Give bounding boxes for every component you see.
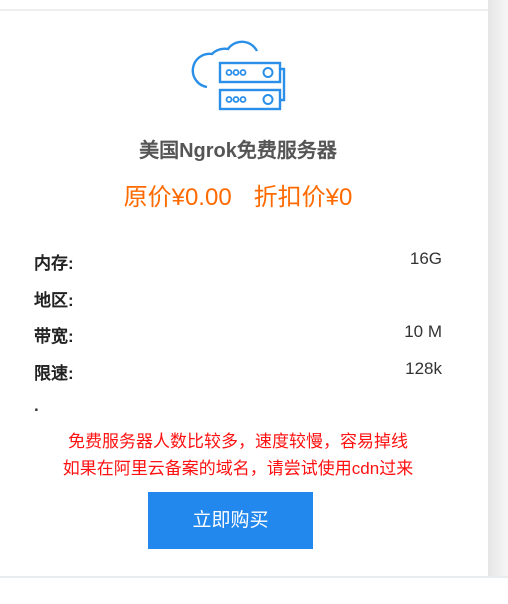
spec-row-region: 地区:: [34, 286, 442, 310]
notice-line: 免费服务器人数比较多，速度较慢，容易掉线: [68, 432, 408, 451]
spec-label: 内存:: [34, 254, 74, 273]
spec-value: 16G: [409, 249, 442, 268]
spec-row-speed-limit: 限速: 128k: [34, 359, 442, 383]
bottom-divider: [0, 576, 508, 578]
price-line: 原价¥0.00 折扣价¥0: [0, 177, 476, 212]
spec-row-memory: 内存: 16G: [34, 249, 442, 273]
spec-row-bandwidth: 带宽: 10 M: [34, 322, 442, 346]
extra-text: .: [34, 396, 39, 415]
spec-value: 10 M: [404, 322, 442, 341]
cloud-server-icon: [191, 40, 286, 111]
spec-label: 地区:: [34, 291, 74, 310]
spec-label: 限速:: [34, 364, 74, 383]
notice-text: 免费服务器人数比较多，速度较慢，容易掉线 如果在阿里云备案的域名，请尝试使用cd…: [0, 428, 476, 482]
original-price: 原价¥0.00: [123, 184, 232, 211]
discount-price: 折扣价¥0: [253, 184, 353, 211]
card-shadow: [488, 0, 508, 577]
spec-value: 128k: [405, 359, 442, 378]
spec-label: 带宽:: [34, 327, 74, 346]
product-title: 美国Ngrok免费服务器: [139, 140, 337, 162]
buy-now-button[interactable]: 立即购买: [148, 492, 313, 549]
notice-line: 如果在阿里云备案的域名，请尝试使用cdn过来: [62, 459, 414, 478]
